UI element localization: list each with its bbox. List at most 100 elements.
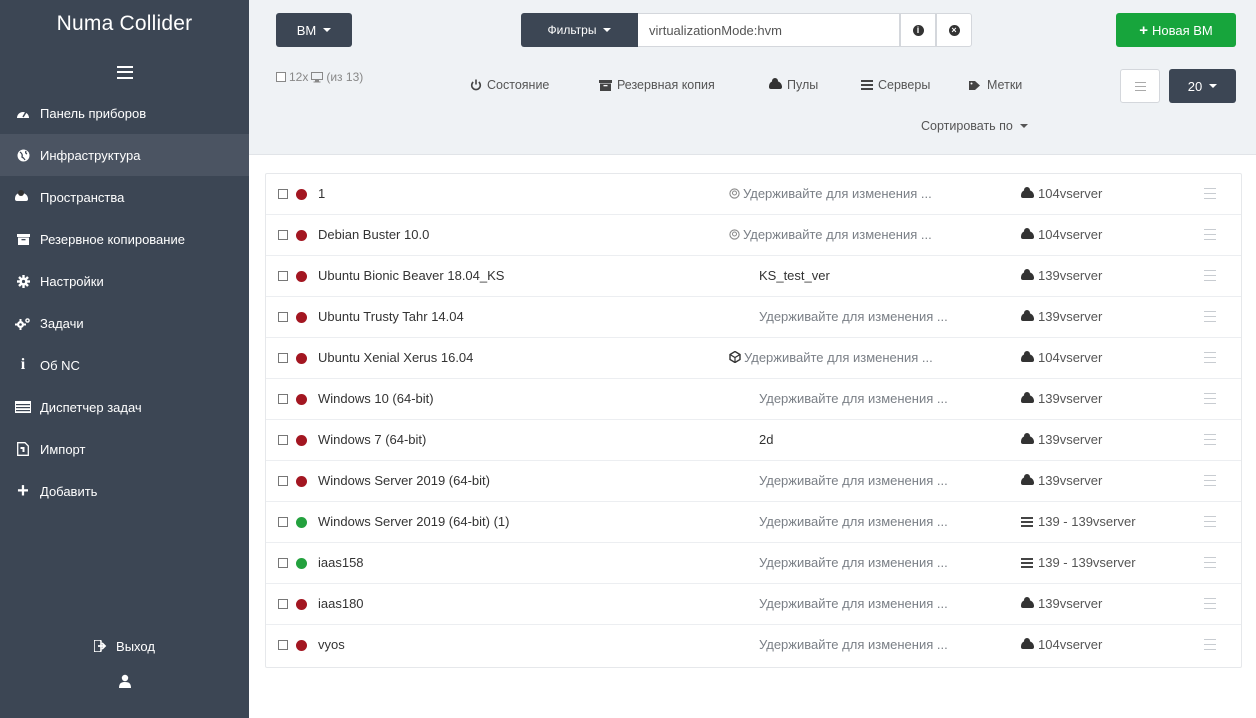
sidebar-item-3[interactable]: Резервное копирование: [0, 218, 249, 260]
table-row[interactable]: Ubuntu Xenial Xerus 16.04 Удерживайте для…: [266, 338, 1241, 379]
sidebar-item-1[interactable]: Инфраструктура: [0, 134, 249, 176]
vm-description[interactable]: Удерживайте для изменения ...: [759, 473, 948, 488]
vm-host-link[interactable]: 104vserver: [1021, 227, 1102, 242]
sidebar-item-0[interactable]: Панель приборов: [0, 92, 249, 134]
row-menu-icon[interactable]: [1204, 434, 1216, 445]
vm-host-link[interactable]: 139vserver: [1021, 596, 1102, 611]
vm-name[interactable]: Windows Server 2019 (64-bit): [318, 473, 490, 488]
table-row[interactable]: Debian Buster 10.0 Удерживайте для измене…: [266, 215, 1241, 256]
row-menu-icon[interactable]: [1204, 598, 1216, 609]
vm-name[interactable]: iaas158: [318, 555, 364, 570]
row-checkbox[interactable]: [278, 476, 288, 486]
vm-description[interactable]: Удерживайте для изменения ...: [759, 514, 948, 529]
list-options-button[interactable]: [1120, 69, 1160, 103]
row-menu-icon[interactable]: [1204, 270, 1216, 281]
row-menu-icon[interactable]: [1204, 311, 1216, 322]
vm-description[interactable]: Удерживайте для изменения ...: [729, 227, 932, 243]
sidebar-item-7[interactable]: Диспетчер задач: [0, 386, 249, 428]
vm-name[interactable]: 1: [318, 186, 325, 201]
row-menu-icon[interactable]: [1204, 557, 1216, 568]
row-checkbox[interactable]: [278, 640, 288, 650]
vm-name[interactable]: Ubuntu Xenial Xerus 16.04: [318, 350, 473, 365]
table-row[interactable]: 1 Удерживайте для изменения ... 104vserver: [266, 174, 1241, 215]
row-checkbox[interactable]: [278, 435, 288, 445]
table-row[interactable]: Windows Server 2019 (64-bit) Удерживайте …: [266, 461, 1241, 502]
logout-button[interactable]: Выход: [0, 633, 249, 659]
row-menu-icon[interactable]: [1204, 393, 1216, 404]
state-filter-button[interactable]: Состояние: [470, 78, 549, 92]
sidebar-item-9[interactable]: + Добавить: [0, 470, 249, 512]
backup-filter-button[interactable]: Резервная копия: [599, 78, 715, 92]
sidebar-item-8[interactable]: Импорт: [0, 428, 249, 470]
vm-description[interactable]: KS_test_ver: [759, 268, 830, 283]
vm-description[interactable]: Удерживайте для изменения ...: [759, 596, 948, 611]
select-all-checkbox[interactable]: [276, 72, 286, 82]
vm-description[interactable]: Удерживайте для изменения ...: [759, 391, 948, 406]
vm-host-link[interactable]: 104vserver: [1021, 186, 1102, 201]
filters-dropdown[interactable]: Фильтры: [521, 13, 638, 47]
vm-host-link[interactable]: 139 - 139vserver: [1021, 555, 1136, 570]
sort-by-dropdown[interactable]: Сортировать по: [921, 119, 1028, 133]
vm-host-link[interactable]: 104vserver: [1021, 637, 1102, 652]
vm-type-dropdown[interactable]: ВМ: [276, 13, 352, 47]
vm-name[interactable]: Debian Buster 10.0: [318, 227, 429, 242]
row-checkbox[interactable]: [278, 312, 288, 322]
table-row[interactable]: iaas158 Удерживайте для изменения ... 139 …: [266, 543, 1241, 584]
row-checkbox[interactable]: [278, 230, 288, 240]
row-menu-icon[interactable]: [1204, 516, 1216, 527]
table-row[interactable]: Ubuntu Trusty Tahr 14.04 Удерживайте для …: [266, 297, 1241, 338]
vm-host-link[interactable]: 139vserver: [1021, 268, 1102, 283]
vm-host-link[interactable]: 139vserver: [1021, 432, 1102, 447]
vm-name[interactable]: Windows 10 (64-bit): [318, 391, 434, 406]
vm-name[interactable]: iaas180: [318, 596, 364, 611]
vm-name[interactable]: vyos: [318, 637, 345, 652]
vm-description[interactable]: Удерживайте для изменения ...: [729, 186, 932, 202]
row-checkbox[interactable]: [278, 517, 288, 527]
vm-host-link[interactable]: 139vserver: [1021, 309, 1102, 324]
vm-description[interactable]: Удерживайте для изменения ...: [759, 637, 948, 652]
sidebar-item-6[interactable]: i Об NC: [0, 344, 249, 386]
tags-filter-button[interactable]: Метки: [969, 78, 1022, 92]
vm-host-link[interactable]: 139vserver: [1021, 391, 1102, 406]
vm-description[interactable]: Удерживайте для изменения ...: [759, 309, 948, 324]
row-menu-icon[interactable]: [1204, 639, 1216, 650]
vm-description[interactable]: Удерживайте для изменения ...: [729, 350, 933, 366]
page-size-dropdown[interactable]: 20: [1169, 69, 1236, 103]
vm-name[interactable]: Windows 7 (64-bit): [318, 432, 426, 447]
menu-toggle-button[interactable]: [0, 52, 249, 92]
row-menu-icon[interactable]: [1204, 352, 1216, 363]
table-row[interactable]: vyos Удерживайте для изменения ... 104vser…: [266, 625, 1241, 666]
table-row[interactable]: Windows 10 (64-bit) Удерживайте для измен…: [266, 379, 1241, 420]
pools-filter-button[interactable]: Пулы: [769, 78, 818, 92]
clear-filter-button[interactable]: ×: [936, 13, 972, 47]
vm-description[interactable]: 2d: [759, 432, 773, 447]
row-checkbox[interactable]: [278, 271, 288, 281]
filter-help-button[interactable]: i: [900, 13, 936, 47]
row-menu-icon[interactable]: [1204, 188, 1216, 199]
brand-title[interactable]: Numa Collider: [0, 0, 249, 52]
sidebar-item-2[interactable]: Пространства: [0, 176, 249, 218]
sidebar-item-4[interactable]: Настройки: [0, 260, 249, 302]
servers-filter-button[interactable]: Серверы: [861, 78, 930, 92]
vm-name[interactable]: Ubuntu Trusty Tahr 14.04: [318, 309, 464, 324]
table-row[interactable]: Ubuntu Bionic Beaver 18.04_KS KS_test_ver…: [266, 256, 1241, 297]
row-checkbox[interactable]: [278, 353, 288, 363]
row-menu-icon[interactable]: [1204, 229, 1216, 240]
row-menu-icon[interactable]: [1204, 475, 1216, 486]
vm-host-link[interactable]: 139vserver: [1021, 473, 1102, 488]
row-checkbox[interactable]: [278, 599, 288, 609]
vm-description[interactable]: Удерживайте для изменения ...: [759, 555, 948, 570]
sidebar-item-5[interactable]: Задачи: [0, 302, 249, 344]
table-row[interactable]: iaas180 Удерживайте для изменения ... 139v…: [266, 584, 1241, 625]
vm-name[interactable]: Ubuntu Bionic Beaver 18.04_KS: [318, 268, 504, 283]
row-checkbox[interactable]: [278, 189, 288, 199]
vm-host-link[interactable]: 139 - 139vserver: [1021, 514, 1136, 529]
vm-name[interactable]: Windows Server 2019 (64-bit) (1): [318, 514, 509, 529]
new-vm-button[interactable]: + Новая ВМ: [1116, 13, 1236, 47]
row-checkbox[interactable]: [278, 558, 288, 568]
row-checkbox[interactable]: [278, 394, 288, 404]
user-menu-button[interactable]: [0, 672, 249, 692]
vm-host-link[interactable]: 104vserver: [1021, 350, 1102, 365]
filter-input[interactable]: virtualizationMode:hvm: [638, 13, 900, 47]
table-row[interactable]: Windows 7 (64-bit) 2d 139vserver: [266, 420, 1241, 461]
